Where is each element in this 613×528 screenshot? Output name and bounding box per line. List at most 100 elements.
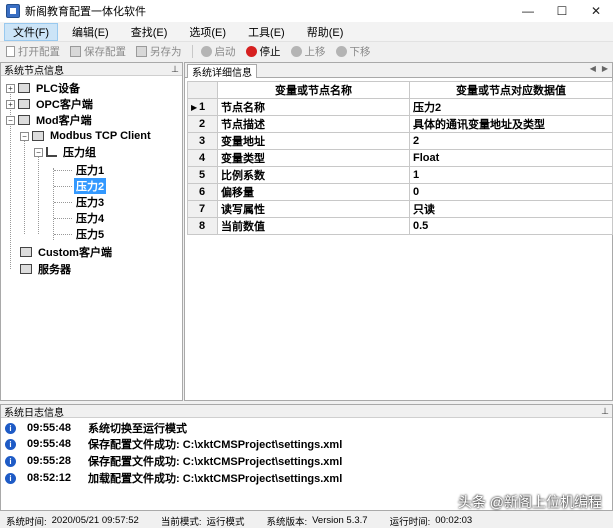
row-header[interactable]: 3 — [187, 132, 218, 150]
cell-value[interactable]: 具体的通讯变量地址及类型 — [409, 115, 613, 133]
mode-value: 运行模式 — [206, 516, 245, 528]
menu-options[interactable]: 选项(E) — [181, 23, 234, 41]
cell-name[interactable]: 变量地址 — [217, 132, 410, 150]
list-item[interactable]: i 09:55:48 系统切换至运行模式 — [5, 420, 187, 436]
tree-node-label: Modbus TCP Client — [50, 130, 151, 142]
cell-name[interactable]: 比例系数 — [217, 166, 410, 184]
pin-icon[interactable]: ⊥ — [601, 406, 609, 417]
cell-name[interactable]: 变量类型 — [217, 149, 410, 167]
app-icon — [6, 4, 20, 18]
device-icon — [20, 247, 32, 257]
info-icon: i — [5, 438, 16, 450]
list-item[interactable]: i 09:55:28 保存配置文件成功: C:\xktCMSProject\se… — [5, 453, 342, 469]
cell-value[interactable]: 1 — [409, 166, 613, 184]
tree-node-label: 压力3 — [76, 197, 105, 209]
log-message: 系统切换至运行模式 — [88, 423, 187, 435]
node-tree-header: 系统节点信息 ⊥ — [1, 63, 182, 77]
collapse-icon[interactable]: − — [34, 147, 43, 157]
tab-detail-info[interactable]: 系统详细信息 — [187, 64, 257, 79]
log-title: 系统日志信息 — [4, 407, 64, 419]
tree-node-mod[interactable]: − Mod客户端 — [6, 112, 94, 128]
tree-node-plc[interactable]: + PLC设备 — [6, 80, 82, 96]
column-header-value[interactable]: 变量或节点对应数据值 — [409, 81, 613, 99]
tree-node-pressure-2[interactable]: 压力2 — [74, 178, 107, 194]
cell-name[interactable]: 偏移量 — [217, 183, 410, 201]
table-row[interactable]: 3 变量地址 2 — [187, 132, 613, 150]
menu-edit[interactable]: 编辑(E) — [64, 23, 117, 41]
row-header[interactable]: 2 — [187, 115, 218, 133]
menu-file[interactable]: 文件(F) — [4, 22, 59, 41]
tree-node-server[interactable]: 服务器 — [20, 261, 73, 277]
cell-value[interactable]: 0 — [409, 183, 613, 201]
menu-help[interactable]: 帮助(E) — [299, 23, 352, 41]
node-tree-panel: 系统节点信息 ⊥ + PLC设备 + OPC客户端 − Mod客户端 − Mod… — [0, 62, 183, 401]
collapse-icon[interactable]: − — [20, 131, 29, 141]
table-row[interactable]: 4 变量类型 Float — [187, 149, 613, 167]
runtime-label: 运行时间: — [389, 516, 431, 528]
tab-prev-icon[interactable]: ◀ — [590, 64, 596, 73]
menu-bar: 文件(F) 编辑(E) 查找(E) 选项(E) 工具(E) 帮助(E) — [0, 22, 613, 42]
tree-node-pressure-1[interactable]: 压力1 — [74, 162, 106, 178]
tree-node-pressure-5[interactable]: 压力5 — [74, 226, 106, 242]
table-row[interactable]: 7 读写属性 只读 — [187, 200, 613, 218]
watermark: 头条 @新阁上位机编程 — [457, 494, 602, 510]
table-row[interactable]: 6 偏移量 0 — [187, 183, 613, 201]
group-icon — [46, 147, 57, 157]
table-row[interactable]: 8 当前数值 0.5 — [187, 217, 613, 235]
close-button[interactable]: ✕ — [579, 0, 613, 22]
column-header-name[interactable]: 变量或节点名称 — [217, 81, 410, 99]
cell-value[interactable]: Float — [409, 149, 613, 167]
pin-icon[interactable]: ⊥ — [171, 64, 179, 75]
open-config-button[interactable]: 打开配置 — [6, 44, 60, 59]
title-bar: 新阁教育配置一体化软件 — ☐ ✕ — [0, 0, 613, 22]
move-up-label: 上移 — [304, 45, 326, 58]
tab-next-icon[interactable]: ▶ — [602, 64, 608, 73]
cell-value[interactable]: 0.5 — [409, 217, 613, 235]
start-button[interactable]: 启动 — [200, 44, 236, 59]
row-header[interactable]: 8 — [187, 217, 218, 235]
table-row[interactable]: 2 节点描述 具体的通讯变量地址及类型 — [187, 115, 613, 133]
save-config-button[interactable]: 保存配置 — [70, 44, 126, 59]
arrow-up-icon — [290, 45, 302, 57]
cell-name[interactable]: 节点名称 — [217, 98, 410, 116]
arrow-down-icon — [335, 45, 347, 57]
tree-node-pressure-4[interactable]: 压力4 — [74, 210, 106, 226]
row-header[interactable]: 6 — [187, 183, 218, 201]
table-row[interactable]: 5 比例系数 1 — [187, 166, 613, 184]
expand-icon[interactable]: + — [6, 99, 15, 109]
move-down-button[interactable]: 下移 — [335, 44, 371, 59]
minimize-button[interactable]: — — [511, 0, 545, 22]
move-up-button[interactable]: 上移 — [290, 44, 326, 59]
cell-name[interactable]: 读写属性 — [217, 200, 410, 218]
cell-value[interactable]: 只读 — [409, 200, 613, 218]
cell-value[interactable]: 压力2 — [409, 98, 613, 116]
tree-node-pressure-3[interactable]: 压力3 — [74, 194, 106, 210]
row-header[interactable]: 5 — [187, 166, 218, 184]
menu-tools[interactable]: 工具(E) — [240, 23, 293, 41]
tree-node-group[interactable]: − 压力组 — [34, 144, 98, 160]
table-row[interactable]: ▶ 1 节点名称 压力2 — [187, 98, 613, 116]
row-header[interactable]: 7 — [187, 200, 218, 218]
row-header[interactable]: ▶ 1 — [187, 98, 218, 116]
detail-tabstrip: 系统详细信息 ◀ ▶ — [185, 63, 612, 79]
tree-node-label: Custom客户端 — [38, 247, 112, 259]
row-header[interactable]: 4 — [187, 149, 218, 167]
expand-icon[interactable]: + — [6, 83, 15, 93]
menu-find[interactable]: 查找(E) — [123, 23, 176, 41]
save-as-button[interactable]: 另存为 — [136, 44, 182, 59]
cell-name[interactable]: 当前数值 — [217, 217, 410, 235]
maximize-button[interactable]: ☐ — [545, 0, 579, 22]
cell-value[interactable]: 2 — [409, 132, 613, 150]
mode-label: 当前模式: — [160, 516, 202, 528]
tree-node-opc[interactable]: + OPC客户端 — [6, 96, 95, 112]
cell-name[interactable]: 节点描述 — [217, 115, 410, 133]
system-time-value: 2020/05/21 09:57:52 — [51, 515, 139, 526]
tree-line — [24, 136, 25, 234]
tree-node-label: 压力5 — [76, 229, 105, 241]
collapse-icon[interactable]: − — [6, 115, 15, 125]
tree-node-custom[interactable]: Custom客户端 — [20, 244, 114, 260]
stop-button[interactable]: 停止 — [245, 44, 281, 59]
list-item[interactable]: i 09:55:48 保存配置文件成功: C:\xktCMSProject\se… — [5, 436, 342, 452]
list-item[interactable]: i 08:52:12 加载配置文件成功: C:\xktCMSProject\se… — [5, 470, 342, 486]
tree-node-modbus-tcp[interactable]: − Modbus TCP Client — [20, 128, 153, 144]
